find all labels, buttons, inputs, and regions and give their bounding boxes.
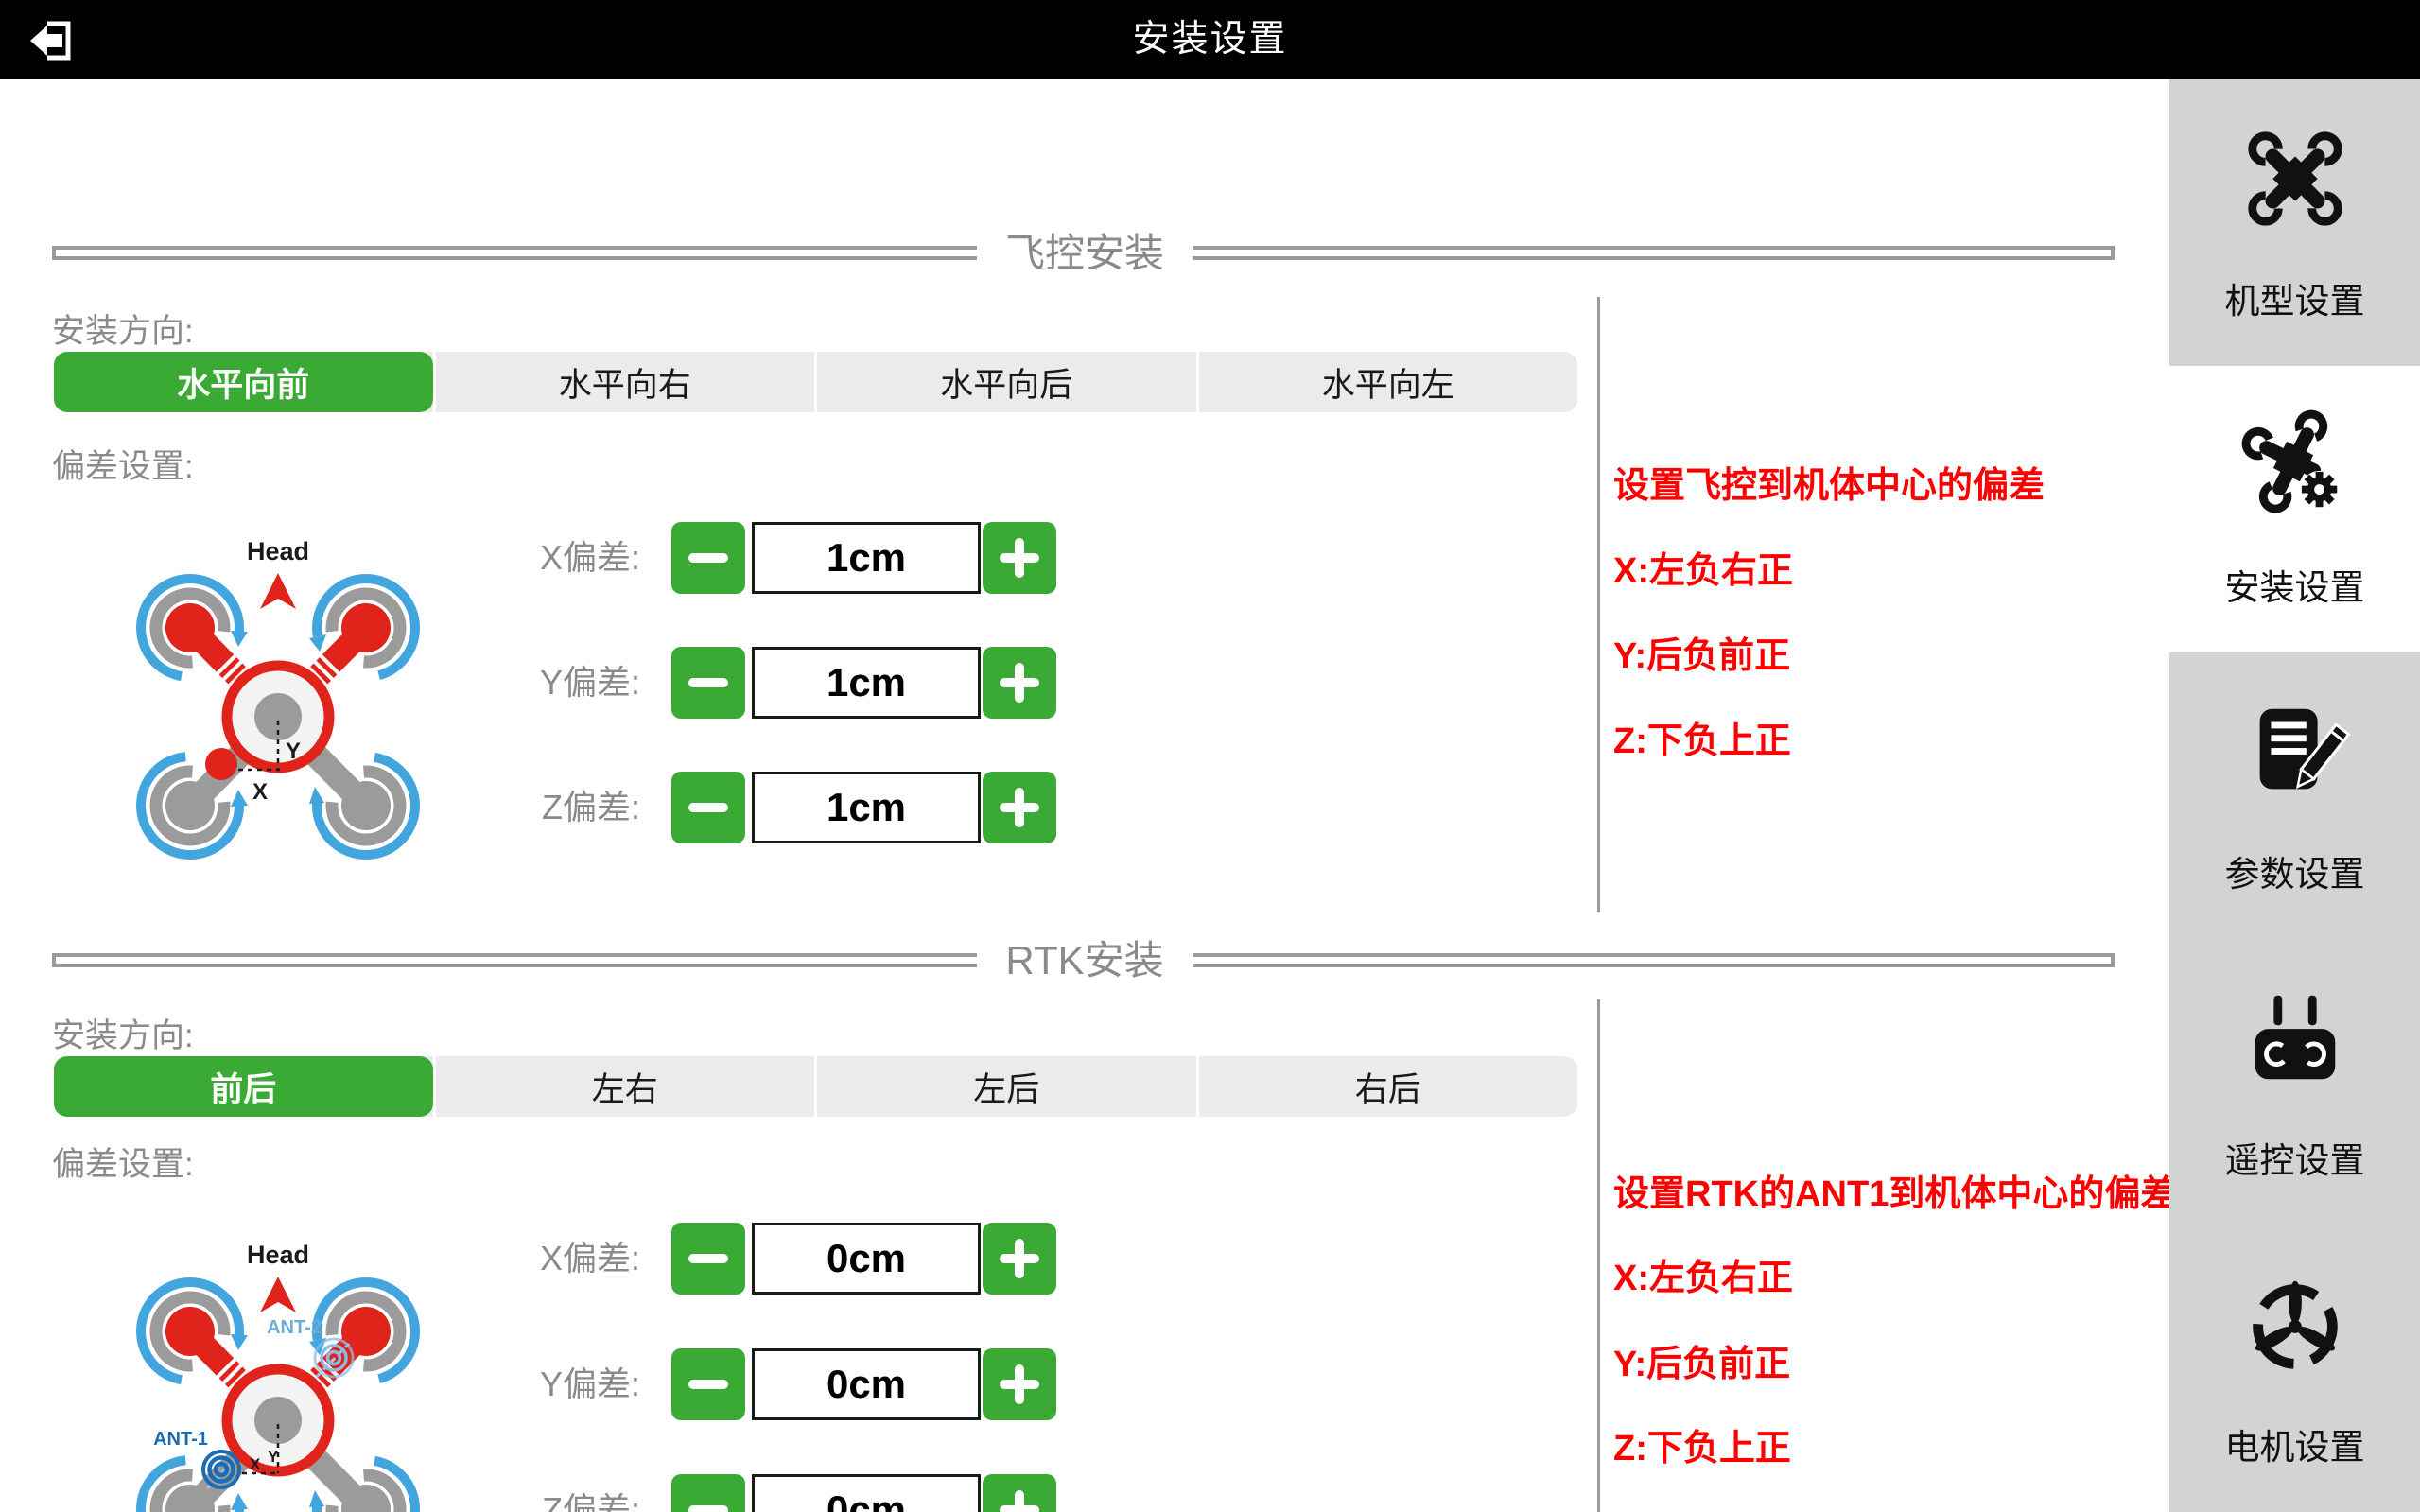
y-offset-label: Y偏差: (404, 647, 640, 719)
y-offset-increase-button[interactable] (983, 647, 1056, 719)
sidebar-item-remote-settings[interactable]: 遥控设置 (2169, 939, 2420, 1225)
vertical-divider-fc (1597, 297, 1600, 912)
tab-rtk-right-back[interactable]: 右后 (1196, 1056, 1578, 1117)
drone-gear-icon (2239, 409, 2351, 521)
rtk-direction-tabs: 前后 左右 左后 右后 (54, 1056, 1577, 1117)
remote-controller-icon (2239, 982, 2351, 1094)
x-axis-label: X (252, 779, 268, 805)
x-offset-label: X偏差: (404, 1223, 640, 1295)
direction-label-rtk: 安装方向: (52, 1009, 194, 1057)
vertical-divider-rtk (1597, 999, 1600, 1512)
ant2-label: ANT-2 (267, 1317, 322, 1338)
x-offset-value[interactable]: 1cm (752, 522, 981, 594)
rtk-z-increase-button[interactable] (983, 1474, 1056, 1512)
rtk-x-decrease-button[interactable] (671, 1223, 745, 1295)
sidebar-item-installation-settings[interactable]: 安装设置 (2169, 366, 2420, 652)
ant1-label: ANT-1 (153, 1429, 208, 1450)
rtk-x-increase-button[interactable] (983, 1223, 1056, 1295)
sidebar-item-parameter-settings[interactable]: 参数设置 (2169, 652, 2420, 939)
y-offset-decrease-button[interactable] (671, 647, 745, 719)
rtk-y-increase-button[interactable] (983, 1348, 1056, 1420)
x-offset-label: X偏差: (404, 522, 640, 594)
rtk-note-title: 设置RTK的ANT1到机体中心的偏差 (1613, 1164, 2176, 1204)
gear-icon (2301, 471, 2336, 506)
rtk-note-z: Z:下负上正 (1613, 1418, 1791, 1458)
rtk-offset-diagram: Head (131, 1225, 425, 1512)
sidebar-item-label: 机型设置 (2225, 272, 2365, 323)
tab-rtk-front-back[interactable]: 前后 (54, 1056, 433, 1117)
tab-fc-backward[interactable]: 水平向后 (814, 352, 1196, 412)
fc-note-title: 设置飞控到机体中心的偏差 (1613, 456, 2045, 495)
rtk-y-decrease-button[interactable] (671, 1348, 745, 1420)
motor-propeller-icon (2239, 1269, 2351, 1381)
installation-settings-page: 安装设置 飞控安装 安装方向: 水平向前 水平向右 水平向后 水平向左 偏差设置… (0, 0, 2420, 1512)
head-label: Head (247, 1241, 309, 1269)
sidebar-item-label: 遥控设置 (2225, 1132, 2365, 1183)
z-offset-decrease-button[interactable] (671, 772, 745, 843)
params-doc-pencil-icon (2239, 696, 2351, 808)
section-title-fc: 飞控安装 (0, 227, 2169, 279)
sidebar-item-aircraft-settings[interactable]: 机型设置 (2169, 79, 2420, 366)
y-offset-value[interactable]: 1cm (752, 647, 981, 719)
rtk-note-x: X:左负右正 (1613, 1248, 1793, 1288)
tab-fc-forward[interactable]: 水平向前 (54, 352, 433, 412)
fc-note-y: Y:后负前正 (1613, 626, 1790, 666)
x-axis-label: X (250, 1455, 261, 1473)
direction-label-fc: 安装方向: (52, 304, 194, 353)
rtk-y-offset-value[interactable]: 0cm (752, 1348, 981, 1420)
rtk-z-decrease-button[interactable] (671, 1474, 745, 1512)
rtk-x-offset-value[interactable]: 0cm (752, 1223, 981, 1295)
y-axis-label: Y (286, 739, 301, 764)
tab-fc-left[interactable]: 水平向左 (1196, 352, 1578, 412)
section-title-rtk: RTK安装 (0, 934, 2169, 986)
settings-sidebar: 机型设置 (2169, 79, 2420, 1512)
fc-note-x: X:左负右正 (1613, 541, 1793, 581)
head-arrow-icon (260, 1277, 296, 1312)
y-offset-label: Y偏差: (404, 1348, 640, 1420)
x-offset-decrease-button[interactable] (671, 522, 745, 594)
content-area: 飞控安装 安装方向: 水平向前 水平向右 水平向后 水平向左 偏差设置: Hea… (0, 79, 2169, 1512)
sidebar-item-label: 电机设置 (2225, 1418, 2365, 1469)
offset-label-fc: 偏差设置: (52, 440, 194, 488)
sidebar-item-label: 参数设置 (2225, 845, 2365, 896)
fc-offset-point (205, 748, 237, 780)
offset-label-rtk: 偏差设置: (52, 1138, 194, 1186)
rtk-note-y: Y:后负前正 (1613, 1334, 1790, 1374)
tab-rtk-left-back[interactable]: 左后 (814, 1056, 1196, 1117)
drone-icon (2239, 123, 2351, 235)
fc-note-z: Z:下负上正 (1613, 711, 1791, 751)
head-label: Head (247, 537, 309, 565)
z-offset-label: Z偏差: (404, 772, 640, 843)
z-offset-increase-button[interactable] (983, 772, 1056, 843)
top-bar: 安装设置 (0, 0, 2420, 79)
head-arrow-icon (260, 573, 296, 609)
fc-direction-tabs: 水平向前 水平向右 水平向后 水平向左 (54, 352, 1577, 412)
rtk-z-offset-value[interactable]: 0cm (752, 1474, 981, 1512)
fc-offset-diagram: Head (131, 522, 425, 862)
tab-rtk-left-right[interactable]: 左右 (433, 1056, 815, 1117)
sidebar-item-motor-settings[interactable]: 电机设置 (2169, 1225, 2420, 1512)
z-offset-label: Z偏差: (404, 1474, 640, 1512)
y-axis-label: Y (268, 1448, 279, 1466)
sidebar-item-label: 安装设置 (2225, 559, 2365, 610)
page-title: 安装设置 (0, 0, 2420, 79)
z-offset-value[interactable]: 1cm (752, 772, 981, 843)
x-offset-increase-button[interactable] (983, 522, 1056, 594)
tab-fc-right[interactable]: 水平向右 (433, 352, 815, 412)
